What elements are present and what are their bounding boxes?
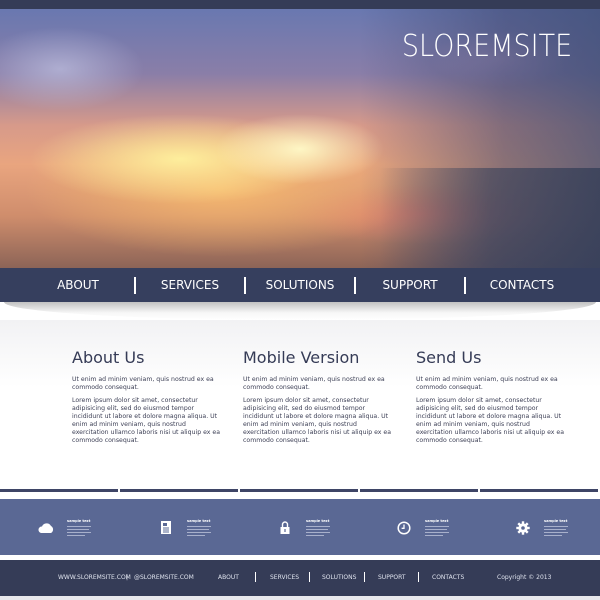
column-body: Lorem ipsum dolor sit amet, consectetur …: [72, 397, 221, 444]
nav-shadow: [4, 302, 596, 320]
footer-link-about[interactable]: ABOUT: [218, 574, 239, 581]
column-title: About Us: [72, 348, 145, 367]
nav-item-about[interactable]: ABOUT: [28, 278, 128, 292]
nav-divider: [244, 276, 246, 294]
feature-title: sample text: [544, 519, 568, 523]
feature-title: sample text: [187, 519, 211, 523]
main-nav: ABOUT SERVICES SOLUTIONS SUPPORT CONTACT…: [0, 268, 600, 302]
feature-title: sample text: [306, 519, 330, 523]
hero-banner: SLOREMSITE: [0, 9, 600, 268]
nav-divider: [354, 276, 356, 294]
column-intro: Ut enim ad minim veniam, quis nostrud ex…: [72, 376, 214, 391]
nav-item-support[interactable]: SUPPORT: [362, 278, 458, 292]
gear-icon: [512, 520, 534, 536]
footer-link-support[interactable]: SUPPORT: [378, 574, 406, 581]
column-body: Lorem ipsum dolor sit amet, consectetur …: [243, 397, 392, 444]
feature-item[interactable]: sample text: [393, 519, 449, 536]
hero-overlay-bottom: [380, 168, 600, 268]
footer-link-services[interactable]: SERVICES: [270, 574, 299, 581]
feature-title: sample text: [425, 519, 449, 523]
column-mobile-version: Mobile Version Ut enim ad minim veniam, …: [243, 348, 393, 450]
divider-segment: [0, 489, 118, 492]
footer-bottom-strip: [0, 596, 600, 600]
footer-divider: [418, 572, 419, 582]
footer-website-link[interactable]: WWW.SLOREMSITE.COM: [58, 574, 131, 581]
feature-item[interactable]: sample text: [35, 519, 91, 536]
footer-link-solutions[interactable]: SOLUTIONS: [322, 574, 356, 581]
divider-segment: [480, 489, 598, 492]
footer-divider: [364, 572, 365, 582]
feature-item[interactable]: sample text: [155, 519, 211, 536]
nav-divider: [464, 276, 466, 294]
features-bar: sample text sample text sample text samp…: [0, 499, 600, 555]
footer-divider: [255, 572, 256, 582]
feature-item[interactable]: sample text: [274, 519, 330, 536]
footer-separator: |: [126, 574, 129, 581]
nav-divider: [134, 276, 136, 294]
document-icon: [155, 520, 177, 536]
footer-link-contacts[interactable]: CONTACTS: [432, 574, 464, 581]
footer: WWW.SLOREMSITE.COM | @SLOREMSITE.COM ABO…: [0, 560, 600, 600]
top-bar: [0, 0, 600, 9]
divider-segment: [120, 489, 238, 492]
divider-segment: [360, 489, 478, 492]
feature-item[interactable]: sample text: [512, 519, 568, 536]
cloud-icon: [35, 520, 57, 536]
divider-row: [0, 489, 600, 493]
column-intro: Ut enim ad minim veniam, quis nostrud ex…: [243, 376, 385, 391]
column-about-us: About Us Ut enim ad minim veniam, quis n…: [72, 348, 222, 450]
nav-item-contacts[interactable]: CONTACTS: [472, 278, 572, 292]
column-title: Mobile Version: [243, 348, 360, 367]
footer-copyright: Copyright © 2013: [497, 574, 552, 581]
lock-icon: [274, 520, 296, 536]
feature-title: sample text: [67, 519, 91, 523]
column-send-us: Send Us Ut enim ad minim veniam, quis no…: [416, 348, 566, 450]
content-section: About Us Ut enim ad minim veniam, quis n…: [0, 320, 600, 488]
column-title: Send Us: [416, 348, 482, 367]
column-intro: Ut enim ad minim veniam, quis nostrud ex…: [416, 376, 558, 391]
footer-email-link[interactable]: @SLOREMSITE.COM: [134, 574, 194, 581]
nav-item-solutions[interactable]: SOLUTIONS: [252, 278, 348, 292]
divider-segment: [240, 489, 358, 492]
footer-divider: [309, 572, 310, 582]
nav-item-services[interactable]: SERVICES: [142, 278, 238, 292]
clock-icon: [393, 520, 415, 536]
column-body: Lorem ipsum dolor sit amet, consectetur …: [416, 397, 565, 444]
site-logo[interactable]: SLOREMSITE: [402, 29, 572, 64]
